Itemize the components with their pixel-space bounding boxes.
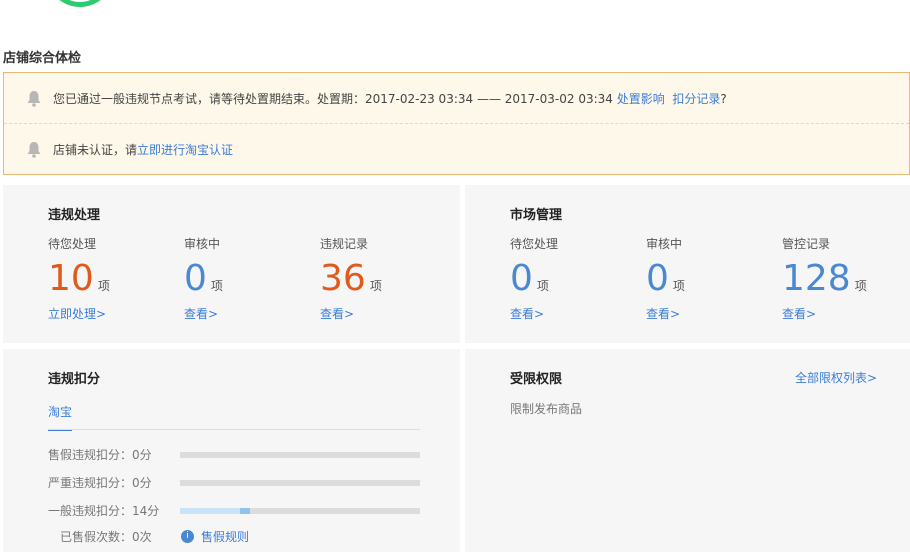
stat-value: 10 [48, 258, 94, 299]
market-stat-control: 管控记录 128 项 查看> [782, 235, 867, 322]
market-stat-pending: 待您处理 0项 查看> [510, 235, 558, 322]
notice-box: 您已通过一般违规节点考试，请等待处置期结束。处置期：2017-02-23 03:… [3, 72, 910, 175]
stat-unit: 项 [210, 279, 223, 293]
disposal-impact-link[interactable]: 处置影响 [617, 92, 665, 106]
notice-row-certify: 店铺未认证，请立即进行淘宝认证 [4, 124, 909, 175]
stat-unit: 项 [369, 279, 382, 293]
stat-label: 违规记录 [320, 237, 369, 251]
deduct-progress-bar [180, 451, 420, 458]
stat-label: 待您处理 [48, 237, 97, 251]
stat-value: 0 [510, 258, 533, 299]
stat-value: 0 [184, 258, 207, 299]
page-title: 店铺综合体检 [3, 51, 82, 66]
restriction-item: 限制发布商品 [510, 402, 583, 416]
violations-title: 违规处理 [48, 208, 101, 223]
stat-value: 36 [320, 258, 366, 299]
tab-taobao[interactable]: 淘宝 [48, 403, 73, 431]
deduct-progress-fill [180, 507, 240, 514]
deductions-panel: 违规扣分 淘宝 售假违规扣分：0分 严重违规扣分：0分 一般违规扣分：14分 已… [3, 349, 460, 552]
bell-icon [27, 142, 41, 158]
handle-now-link[interactable]: 立即处理> [48, 305, 110, 322]
stat-unit: 项 [854, 279, 867, 293]
fake-count-label: 已售假次数：0次 [60, 530, 152, 544]
violations-stat-records: 违规记录 36 项 查看> [320, 235, 382, 322]
stat-label: 审核中 [184, 237, 221, 251]
stat-value: 0 [646, 258, 669, 299]
taobao-certify-link[interactable]: 立即进行淘宝认证 [137, 143, 233, 157]
notice-certify-text: 店铺未认证，请 [53, 143, 138, 157]
all-restrictions-link[interactable]: 全部限权列表> [795, 369, 877, 386]
tab-divider [48, 429, 420, 430]
market-stat-reviewing: 审核中 0项 查看> [646, 235, 685, 322]
info-icon: i [181, 530, 194, 543]
deduction-record-link[interactable]: 扣分记录 [672, 92, 720, 106]
deduct-label: 一般违规扣分：14分 [48, 504, 160, 518]
stat-label: 审核中 [646, 237, 683, 251]
stat-value: 128 [782, 258, 851, 299]
deduct-progress-bar [180, 479, 420, 486]
deduct-row-fake: 售假违规扣分：0分 [48, 446, 420, 463]
market-title: 市场管理 [510, 208, 563, 223]
bell-icon [27, 90, 41, 107]
market-panel: 市场管理 待您处理 0项 查看> 审核中 0项 查看> 管控记录 128 项 查看… [465, 185, 910, 343]
notice-exam-text: 您已通过一般违规节点考试，请等待处置期结束。处置期：2017-02-23 03:… [53, 91, 617, 106]
deduct-progress-marker [240, 507, 250, 514]
deduct-progress-bar [180, 507, 420, 514]
stat-unit: 项 [97, 279, 110, 293]
view-link[interactable]: 查看> [510, 305, 558, 322]
violations-panel: 违规处理 待您处理 10 项 立即处理> 审核中 0项 查看> 违规记录 36 项 … [3, 185, 460, 343]
view-link[interactable]: 查看> [320, 305, 382, 322]
stat-unit: 项 [536, 279, 549, 293]
view-link[interactable]: 查看> [646, 305, 685, 322]
violations-stat-reviewing: 审核中 0项 查看> [184, 235, 223, 322]
deduct-label: 严重违规扣分：0分 [48, 476, 152, 490]
fake-rule-link[interactable]: 售假规则 [201, 528, 249, 545]
violations-stat-pending: 待您处理 10 项 立即处理> [48, 235, 110, 322]
notice-row-exam: 您已通过一般违规节点考试，请等待处置期结束。处置期：2017-02-23 03:… [4, 73, 909, 124]
restrictions-panel: 受限权限 全部限权列表> 限制发布商品 [465, 349, 910, 552]
stat-label: 管控记录 [782, 237, 831, 251]
view-link[interactable]: 查看> [782, 305, 867, 322]
deduct-row-serious: 严重违规扣分：0分 [48, 474, 420, 491]
stat-unit: 项 [672, 279, 685, 293]
stat-label: 待您处理 [510, 237, 559, 251]
logo [46, 0, 114, 7]
deductions-title: 违规扣分 [48, 372, 101, 387]
fake-count-row: 已售假次数：0次 i 售假规则 [60, 528, 249, 545]
restrictions-title: 受限权限 [510, 372, 563, 387]
deduct-label: 售假违规扣分：0分 [48, 448, 152, 462]
deduct-row-general: 一般违规扣分：14分 [48, 502, 420, 519]
notice-exam-suffix: ? [720, 91, 727, 106]
view-link[interactable]: 查看> [184, 305, 223, 322]
